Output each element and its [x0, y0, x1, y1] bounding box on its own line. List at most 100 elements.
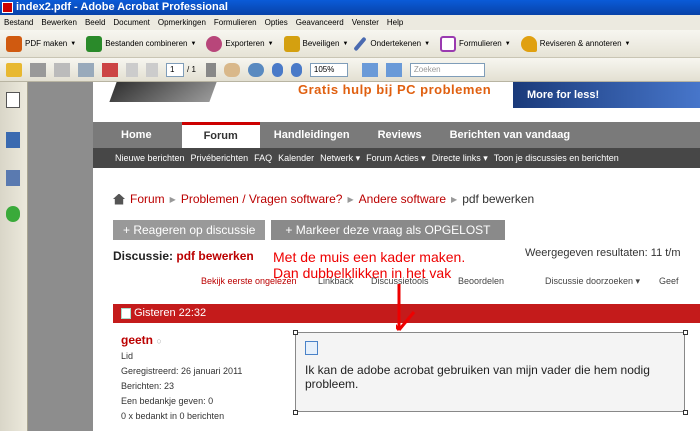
- thread-actions: + Reageren op discussie + Markeer deze v…: [113, 220, 511, 240]
- menu-document[interactable]: Document: [109, 18, 153, 27]
- reply-button[interactable]: + Reageren op discussie: [113, 220, 266, 240]
- nav-reviews[interactable]: Reviews: [364, 122, 436, 148]
- forms-icon: [440, 35, 457, 52]
- pdf-icon: [2, 2, 13, 13]
- selection-handle[interactable]: [293, 410, 298, 415]
- subnav-toon-discussies[interactable]: Toon je discussies en berichten: [494, 153, 619, 163]
- review-button[interactable]: Reviseren & annoteren ▼: [520, 35, 630, 52]
- banner-ad: More for less!: [513, 82, 700, 108]
- menu-help[interactable]: Help: [383, 18, 407, 27]
- discussion-title: pdf bewerken: [176, 249, 254, 263]
- subnav-faq[interactable]: FAQ: [254, 153, 272, 163]
- give-menu[interactable]: Geef: [659, 276, 679, 286]
- open-folder-icon[interactable]: [6, 62, 22, 77]
- navigation-pane: [0, 82, 28, 431]
- breadcrumb-separator-icon: ▶: [451, 194, 458, 204]
- lock-icon: [283, 35, 300, 52]
- save-icon[interactable]: [54, 62, 70, 77]
- post-time: Gisteren 22:32: [134, 307, 207, 319]
- pages-icon[interactable]: [6, 92, 20, 108]
- menu-opmerkingen[interactable]: Opmerkingen: [154, 18, 210, 27]
- search-thread-menu[interactable]: Discussie doorzoeken ▾: [545, 276, 640, 287]
- menu-bar: Bestand Bewerken Beeld Document Opmerkin…: [0, 15, 700, 30]
- post-body-selection[interactable]: Ik kan de adobe acrobat gebruiken van mi…: [295, 332, 685, 412]
- subnav-netwerk[interactable]: Netwerk ▾: [320, 153, 360, 164]
- site-subnav: Nieuwe berichten Privéberichten FAQ Kale…: [93, 148, 700, 168]
- selection-handle[interactable]: [293, 330, 298, 335]
- breadcrumb-problemen[interactable]: Problemen / Vragen software?: [181, 192, 343, 206]
- site-tagline: Gratis hulp bij PC problemen: [298, 82, 492, 97]
- export-icon: [206, 35, 223, 52]
- zoom-out-icon[interactable]: [271, 62, 283, 77]
- select-text-icon[interactable]: [205, 62, 216, 77]
- sign-button[interactable]: Ondertekenen ▼: [353, 36, 430, 52]
- bookmarks-icon[interactable]: [6, 132, 20, 148]
- menu-opties[interactable]: Opties: [261, 18, 292, 27]
- review-icon: [520, 35, 537, 52]
- nav-home[interactable]: Home: [93, 122, 182, 148]
- help-icon[interactable]: [6, 206, 20, 222]
- subnav-priveberichten[interactable]: Privéberichten: [191, 153, 249, 163]
- breadcrumb-andere-software[interactable]: Andere software: [359, 192, 446, 206]
- page-number-input[interactable]: 1: [166, 62, 184, 77]
- zoom-in-icon[interactable]: [290, 62, 302, 77]
- signatures-icon[interactable]: [6, 170, 20, 186]
- menu-bewerken[interactable]: Bewerken: [37, 18, 81, 27]
- subnav-kalender[interactable]: Kalender: [278, 153, 314, 163]
- menu-venster[interactable]: Venster: [348, 18, 383, 27]
- nav-handleidingen[interactable]: Handleidingen: [260, 122, 364, 148]
- create-pdf-button[interactable]: PDF maken ▼: [6, 35, 76, 52]
- username[interactable]: geetn ○: [121, 332, 242, 349]
- forms-button[interactable]: Formulieren ▼: [440, 35, 511, 52]
- page-total: / 1: [187, 65, 196, 74]
- post-text: Ik kan de adobe acrobat gebruiken van mi…: [305, 363, 650, 391]
- secure-button[interactable]: Beveiligen ▼: [283, 35, 348, 52]
- breadcrumb-separator-icon: ▶: [169, 194, 176, 204]
- user-thanks-given: Een bedankje geven: 0: [121, 396, 214, 406]
- annotation-arrow-icon: [396, 284, 416, 331]
- selection-handle[interactable]: [683, 330, 688, 335]
- print-icon[interactable]: [30, 62, 46, 77]
- annotation-text: Met de muis een kader maken. Dan dubbelk…: [273, 249, 466, 281]
- email-icon[interactable]: [78, 62, 94, 77]
- search-input[interactable]: Zoeken: [409, 62, 485, 77]
- tasks-toolbar: PDF maken ▼ Bestanden combineren ▼ Exporte…: [0, 30, 700, 58]
- breadcrumb: Forum ▶ Problemen / Vragen software? ▶ A…: [113, 192, 534, 206]
- nav-berichten-van-vandaag[interactable]: Berichten van vandaag: [436, 122, 584, 148]
- camera-icon[interactable]: [102, 62, 118, 77]
- menu-beeld[interactable]: Beeld: [81, 18, 109, 27]
- menu-bestand[interactable]: Bestand: [0, 18, 37, 27]
- user-registered: Geregistreerd: 26 januari 2011: [121, 366, 243, 376]
- export-button[interactable]: Exporteren ▼: [206, 35, 274, 52]
- window-title: index2.pdf - Adobe Acrobat Professional: [16, 1, 228, 13]
- user-info: geetn ○ Lid Geregistreerd: 26 januari 20…: [121, 332, 242, 424]
- selection-handle[interactable]: [683, 410, 688, 415]
- mark-solved-button[interactable]: + Markeer deze vraag als OPGELOST: [271, 220, 505, 240]
- next-page-icon[interactable]: [146, 62, 158, 77]
- subnav-directe-links[interactable]: Directe links ▾: [432, 153, 488, 164]
- home-icon[interactable]: [113, 193, 125, 205]
- create-pdf-icon: [6, 35, 22, 52]
- hand-tool-icon[interactable]: [223, 62, 240, 77]
- breadcrumb-current: pdf bewerken: [462, 192, 535, 206]
- post-document-icon: [121, 308, 131, 319]
- fit-page-icon[interactable]: [385, 62, 402, 77]
- pen-icon: [353, 36, 368, 51]
- view-toolbar: 1 / 1 105% Zoeken: [0, 58, 700, 82]
- breadcrumb-forum[interactable]: Forum: [130, 192, 165, 206]
- title-bar: index2.pdf - Adobe Acrobat Professional: [0, 0, 700, 15]
- nav-forum[interactable]: Forum: [181, 122, 260, 148]
- menu-geavanceerd[interactable]: Geavanceerd: [292, 18, 348, 27]
- site-nav: Home Forum Handleidingen Reviews Bericht…: [93, 122, 700, 148]
- results-count: Weergegeven resultaten: 11 t/m: [525, 247, 681, 259]
- previous-page-icon[interactable]: [126, 62, 138, 77]
- zoom-input[interactable]: 105%: [309, 62, 348, 77]
- zoom-tool-icon[interactable]: [247, 62, 264, 77]
- fit-width-icon[interactable]: [361, 62, 378, 77]
- combine-files-button[interactable]: Bestanden combineren ▼: [86, 35, 196, 52]
- post-icon: [305, 341, 318, 355]
- subnav-nieuwe-berichten[interactable]: Nieuwe berichten: [115, 153, 185, 163]
- breadcrumb-separator-icon: ▶: [347, 194, 354, 204]
- menu-formulieren[interactable]: Formulieren: [210, 18, 261, 27]
- subnav-forum-acties[interactable]: Forum Acties ▾: [366, 153, 426, 164]
